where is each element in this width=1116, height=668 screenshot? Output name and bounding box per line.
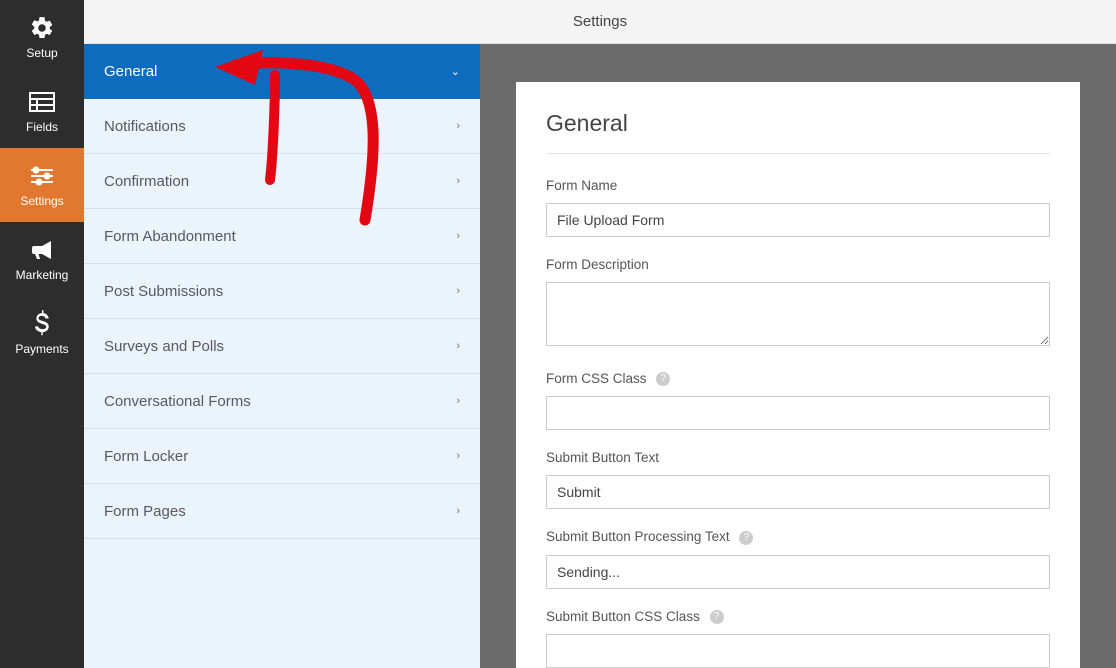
submit-processing-label: Submit Button Processing Text ? [546,529,1050,544]
panel-heading: General [546,110,1050,154]
chevron-right-icon: › [456,230,460,242]
gear-icon [28,14,56,42]
submenu-item-label: Notifications [104,118,186,135]
field-form-description: Form Description [546,257,1050,351]
nav-payments-label: Payments [15,342,68,356]
field-form-name: Form Name [546,178,1050,237]
nav-marketing[interactable]: Marketing [0,222,84,296]
vertical-nav: Setup Fields Settings Marketing Payments [0,0,84,668]
form-css-input[interactable] [546,396,1050,430]
submenu-item-label: Form Pages [104,503,186,520]
submenu-item-label: General [104,63,157,80]
submenu-item-label: Post Submissions [104,283,223,300]
submit-text-label: Submit Button Text [546,450,1050,465]
field-submit-processing: Submit Button Processing Text ? [546,529,1050,588]
nav-fields-label: Fields [26,120,58,134]
submenu-item-label: Surveys and Polls [104,338,224,355]
form-css-label: Form CSS Class ? [546,371,1050,386]
submenu-notifications[interactable]: Notifications › [84,99,480,154]
general-settings-panel: General Form Name Form Description Form … [516,82,1080,668]
help-icon[interactable]: ? [739,531,753,545]
bullhorn-icon [28,236,56,264]
form-name-label: Form Name [546,178,1050,193]
chevron-right-icon: › [456,340,460,352]
settings-submenu: General ⌄ Notifications › Confirmation ›… [84,44,480,668]
submenu-conversational-forms[interactable]: Conversational Forms › [84,374,480,429]
nav-settings-label: Settings [20,194,63,208]
help-icon[interactable]: ? [656,372,670,386]
content-area: General ⌄ Notifications › Confirmation ›… [84,44,1116,668]
submenu-form-pages[interactable]: Form Pages › [84,484,480,539]
submenu-item-label: Conversational Forms [104,393,251,410]
nav-fields[interactable]: Fields [0,74,84,148]
form-name-input[interactable] [546,203,1050,237]
chevron-right-icon: › [456,450,460,462]
chevron-right-icon: › [456,395,460,407]
submit-css-input[interactable] [546,634,1050,668]
chevron-down-icon: ⌄ [451,65,460,78]
field-submit-text: Submit Button Text [546,450,1050,509]
submenu-form-abandonment[interactable]: Form Abandonment › [84,209,480,264]
form-description-textarea[interactable] [546,282,1050,346]
topbar: Settings [84,0,1116,44]
submenu-item-label: Form Abandonment [104,228,236,245]
submit-processing-input[interactable] [546,555,1050,589]
submenu-item-label: Confirmation [104,173,189,190]
submenu-form-locker[interactable]: Form Locker › [84,429,480,484]
field-form-css-class: Form CSS Class ? [546,371,1050,430]
chevron-right-icon: › [456,285,460,297]
nav-settings[interactable]: Settings [0,148,84,222]
nav-payments[interactable]: Payments [0,296,84,370]
submenu-confirmation[interactable]: Confirmation › [84,154,480,209]
submit-text-input[interactable] [546,475,1050,509]
main-area: Settings General ⌄ Notifications › Confi… [84,0,1116,668]
nav-setup-label: Setup [26,46,57,60]
nav-marketing-label: Marketing [16,268,69,282]
submenu-general[interactable]: General ⌄ [84,44,480,99]
submenu-item-label: Form Locker [104,448,188,465]
page-title: Settings [573,13,627,30]
field-submit-css: Submit Button CSS Class ? [546,609,1050,668]
submenu-surveys-polls[interactable]: Surveys and Polls › [84,319,480,374]
submit-css-label: Submit Button CSS Class ? [546,609,1050,624]
chevron-right-icon: › [456,120,460,132]
chevron-right-icon: › [456,175,460,187]
nav-setup[interactable]: Setup [0,0,84,74]
form-description-label: Form Description [546,257,1050,272]
help-icon[interactable]: ? [710,610,724,624]
dollar-icon [28,310,56,338]
chevron-right-icon: › [456,505,460,517]
sliders-icon [28,162,56,190]
submenu-post-submissions[interactable]: Post Submissions › [84,264,480,319]
panel-wrap: General Form Name Form Description Form … [480,44,1116,668]
form-fields-icon [28,88,56,116]
